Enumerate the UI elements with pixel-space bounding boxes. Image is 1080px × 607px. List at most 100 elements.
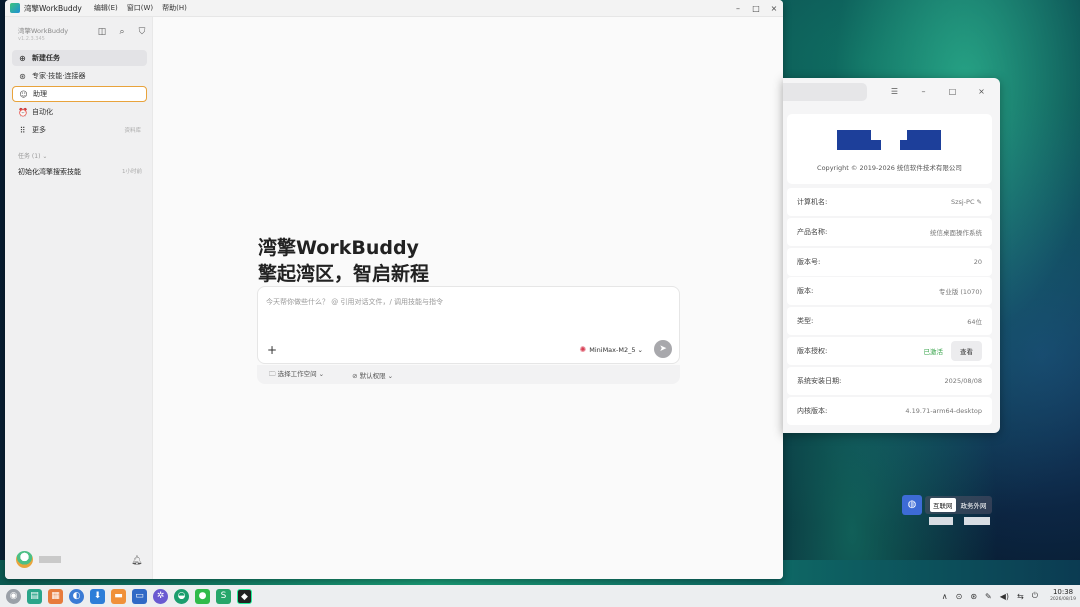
user-profile[interactable]	[16, 551, 61, 568]
browser-icon[interactable]: ◐	[69, 588, 84, 604]
sidebar-item-label: 更多	[32, 126, 46, 134]
info-value: 2025/08/08	[944, 376, 982, 385]
settings-search-input[interactable]	[783, 82, 867, 101]
settings-app-icon[interactable]: ✲	[153, 588, 168, 604]
info-value: 20	[973, 257, 982, 266]
avatar[interactable]	[16, 551, 33, 568]
info-row-product: 产品名称: 统信桌面操作系统	[787, 217, 992, 246]
volume-icon[interactable]: ◀)	[1000, 592, 1009, 601]
sidebar-item-new-task[interactable]: ⊕ 新建任务	[12, 50, 147, 66]
sidebar-item-label: 专家·技能·连接器	[32, 72, 86, 80]
tray-service-icon[interactable]: ⊛	[970, 592, 977, 601]
model-label: MiniMax-M2_5 ⌄	[589, 345, 643, 354]
tray-app-icon[interactable]: ⊙	[956, 592, 963, 601]
info-key: 版本:	[797, 287, 814, 296]
menu-window[interactable]: 窗口(W)	[127, 3, 153, 13]
permission-label: 默认权限 ⌄	[359, 371, 394, 380]
internet-option[interactable]: 互联网	[930, 498, 956, 512]
filter-icon[interactable]: ⛉	[132, 27, 152, 37]
task-item[interactable]: 初始化湾擎搜索技能 1小时前	[18, 167, 142, 177]
network-toggle[interactable]: 互联网 政务外网	[925, 496, 992, 514]
chat-composer[interactable]: 今天帮你做些什么？ @ 引用对话文件，/ 调用技能与指令 + ✺ MiniMax…	[257, 286, 680, 364]
main-panel: 湾擎WorkBuddy 擎起湾区，智启新程 今天帮你做些什么？ @ 引用对话文件…	[153, 17, 783, 579]
files-icon[interactable]: ▬	[111, 588, 126, 604]
library-link[interactable]: 资料库	[124, 126, 141, 134]
store-icon[interactable]: ▦	[48, 588, 63, 604]
info-row-edition: 版本: 专业版 (1070)	[787, 277, 992, 306]
wechat-icon[interactable]: ●	[195, 588, 210, 604]
model-selector[interactable]: ✺ MiniMax-M2_5 ⌄	[580, 345, 643, 354]
tray-expand-icon[interactable]: ∧	[942, 592, 948, 601]
minimize-icon[interactable]: –	[909, 87, 938, 96]
os-logo-left	[837, 130, 871, 150]
maximize-icon[interactable]: □	[938, 87, 967, 96]
minimize-icon[interactable]: –	[729, 4, 747, 13]
hero-line-1: 湾擎WorkBuddy	[258, 237, 419, 259]
automation-icon: ⏰	[18, 107, 28, 117]
permission-selector[interactable]: ⊘ 默认权限 ⌄	[352, 370, 407, 380]
system-info-window: ☰ – □ × Copyright © 2019-2026 统信软件技术有限公司…	[783, 78, 1000, 433]
sidebar-item-label: 自动化	[32, 108, 53, 116]
sidebar-nav: ⊕ 新建任务 ⊛ 专家·技能·连接器 ☺ 助理 ⏰ 自动化 ⠿ 更多 资料库	[12, 50, 147, 140]
sidebar-item-more[interactable]: ⠿ 更多 资料库	[12, 122, 147, 138]
info-row-install-date: 系统安装日期: 2025/08/08	[787, 366, 992, 395]
menu-help[interactable]: 帮助(H)	[162, 3, 187, 13]
maximize-icon[interactable]: □	[747, 4, 765, 13]
edge-browser-icon[interactable]: ◒	[174, 588, 189, 604]
license-status: 已激活	[923, 347, 944, 356]
info-value: 4.19.71-arm64-desktop	[905, 406, 982, 415]
more-icon: ⠿	[19, 125, 26, 135]
app-name: 湾擎WorkBuddy	[24, 3, 82, 13]
terminal-icon[interactable]: ▤	[27, 588, 42, 604]
panel-toggle-icon[interactable]: ◫	[92, 27, 112, 37]
sidebar-item-assistant[interactable]: ☺ 助理	[12, 86, 147, 102]
chat-input[interactable]: 今天帮你做些什么？ @ 引用对话文件，/ 调用技能与指令	[266, 297, 443, 307]
sidebar-brand: 湾擎WorkBuddy v1.2.3.345	[18, 25, 68, 42]
computer-name-value[interactable]: Szsj-PC ✎	[951, 198, 982, 206]
os-logo-right	[907, 130, 941, 150]
sidebar-tools: ◫ ⌕ ⛉	[92, 27, 152, 37]
tasks-header[interactable]: 任务 (1) ⌄	[18, 151, 47, 160]
info-row-version-number: 版本号: 20	[787, 247, 992, 276]
username-redacted	[39, 556, 61, 563]
gov-network-option[interactable]: 政务外网	[961, 500, 987, 510]
menu-edit[interactable]: 编辑(E)	[94, 3, 118, 13]
info-row-kernel: 内核版本: 4.19.71-arm64-desktop	[787, 396, 992, 425]
sidebar-item-label: 新建任务	[32, 54, 60, 62]
os-logo-card: Copyright © 2019-2026 统信软件技术有限公司	[787, 114, 992, 184]
add-attachment-icon[interactable]: +	[267, 343, 277, 357]
launcher-icon[interactable]: ◉	[6, 588, 21, 604]
task-title: 初始化湾擎搜索技能	[18, 168, 81, 176]
close-icon[interactable]: ×	[967, 87, 996, 96]
clock[interactable]: 10:38 2026/08/19	[1050, 588, 1076, 604]
redacted-label	[929, 517, 953, 525]
view-license-button[interactable]: 查看	[951, 340, 982, 361]
pen-icon[interactable]: ✎	[985, 592, 992, 601]
assistant-icon: ☺	[19, 89, 28, 99]
window-controls: ☰ – □ ×	[880, 87, 996, 96]
network-switch-widget[interactable]: ◍ 互联网 政务外网	[902, 495, 992, 525]
redacted-label	[964, 517, 990, 525]
bell-icon[interactable]: 🔔︎	[131, 556, 142, 566]
workspace-selector[interactable]: 🗀︎ 选择工作空间 ⌄	[269, 368, 338, 381]
info-key: 版本授权:	[797, 346, 828, 355]
workbuddy-taskbar-icon[interactable]: ◆	[237, 588, 252, 604]
taskbar: ◉ ▤ ▦ ◐ ⬇ ▬ ▭ ✲ ◒ ● S ◆ ∧ ⊙ ⊛ ✎ ◀) ⇆ ⏻ 1…	[0, 585, 1080, 607]
monitor-icon[interactable]: ▭	[132, 588, 147, 604]
sidebar-item-expert[interactable]: ⊛ 专家·技能·连接器	[12, 68, 147, 84]
menu-icon[interactable]: ☰	[880, 87, 909, 96]
send-button[interactable]: ➤	[654, 340, 672, 358]
info-row-computer-name: 计算机名: Szsj-PC ✎	[787, 188, 992, 216]
network-icon[interactable]: ⇆	[1017, 592, 1024, 601]
info-value: 64位	[967, 318, 982, 327]
power-icon[interactable]: ⏻	[1032, 591, 1038, 601]
app-store-icon[interactable]: ⬇	[90, 588, 105, 604]
wps-icon[interactable]: S	[216, 588, 231, 604]
os-logo-left-tail	[871, 140, 881, 150]
hero-title: 湾擎WorkBuddy 擎起湾区，智启新程	[258, 235, 429, 287]
system-info-titlebar: ☰ – □ ×	[783, 78, 1000, 105]
info-key: 系统安装日期:	[797, 376, 842, 385]
close-icon[interactable]: ×	[765, 4, 783, 13]
search-icon[interactable]: ⌕	[112, 27, 132, 37]
sidebar-item-automation[interactable]: ⏰ 自动化	[12, 104, 147, 120]
